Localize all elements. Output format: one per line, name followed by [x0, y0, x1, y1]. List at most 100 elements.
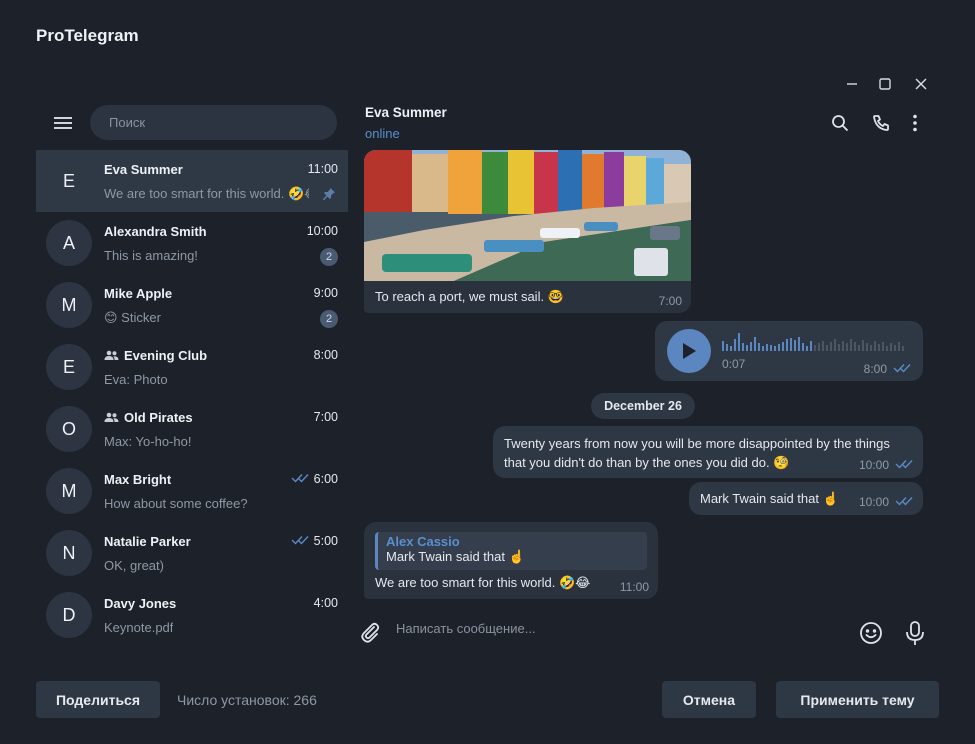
chat-time: 8:00 [313, 348, 338, 362]
chat-time: 9:00 [313, 286, 338, 300]
play-button[interactable] [667, 329, 711, 373]
chat-preview: OK, great) [104, 558, 164, 573]
chat-item-natalie-parker[interactable]: N Natalie Parker 5:00 OK, great) [36, 522, 348, 584]
search-input[interactable] [107, 114, 320, 131]
maximize-icon[interactable] [875, 74, 895, 94]
chat-time-text: 6:00 [313, 472, 338, 486]
chat-name-text: Evening Club [124, 348, 208, 363]
chat-item-alexandra-smith[interactable]: A Alexandra Smith 10:00 This is amazing!… [36, 212, 348, 274]
message-time: 8:00 [864, 362, 911, 376]
chat-item-mike-apple[interactable]: M Mike Apple 9:00 😊 Sticker 2 [36, 274, 348, 336]
message-time: 11:00 [619, 580, 649, 594]
search-icon[interactable] [830, 113, 850, 133]
double-check-icon [895, 458, 913, 472]
reply-text: Mark Twain said that ☝️ [386, 549, 525, 564]
more-icon[interactable] [905, 113, 925, 133]
chat-time: 5:00 [291, 534, 338, 548]
voice-duration: 0:07 [722, 357, 746, 371]
chat-name: Old Pirates [104, 410, 193, 425]
share-button[interactable]: Поделиться [36, 681, 160, 718]
outgoing-message[interactable]: Mark Twain said that ☝️ 10:00 [689, 482, 923, 515]
avatar: E [62, 170, 75, 191]
chat-name-text: Old Pirates [124, 410, 193, 425]
message-composer[interactable] [394, 620, 838, 640]
double-check-icon [291, 472, 309, 486]
photo-message[interactable]: To reach a port, we must sail. 🤓 7:00 [364, 150, 691, 313]
attach-icon[interactable] [358, 620, 382, 644]
avatar: M [46, 282, 92, 328]
chat-preview: Max: Yo-ho-ho! [104, 434, 192, 449]
double-check-icon [291, 534, 309, 548]
chat-item-eva-summer[interactable]: E Eva Summer 11:00 We are too smart for … [36, 150, 348, 212]
waveform[interactable] [722, 333, 912, 351]
chat-item-max-bright[interactable]: M Max Bright 6:00 How about some coffee? [36, 460, 348, 522]
incoming-message[interactable]: Alex Cassio Mark Twain said that ☝️ We a… [364, 522, 658, 599]
group-icon [104, 350, 119, 360]
avatar: D [46, 592, 92, 638]
chat-name: Natalie Parker [104, 534, 191, 549]
message-input[interactable] [394, 620, 838, 637]
play-icon [683, 343, 696, 359]
peer-status: online [365, 126, 400, 141]
chat-time: 4:00 [313, 596, 338, 610]
chat-name: Alexandra Smith [104, 224, 207, 239]
chat-preview: Eva: Photo [104, 372, 168, 387]
peer-name[interactable]: Eva Summer [365, 105, 447, 120]
avatar: A [46, 220, 92, 266]
cancel-button[interactable]: Отмена [662, 681, 756, 718]
close-icon[interactable] [911, 74, 931, 94]
message-time-text: 10:00 [858, 458, 889, 472]
chat-list: E Eva Summer 11:00 We are too smart for … [36, 150, 348, 646]
app-title: ProTelegram [36, 26, 139, 45]
apply-theme-button[interactable]: Применить тему [776, 681, 939, 718]
avatar: M [46, 468, 92, 514]
message-time-text: 8:00 [863, 362, 887, 376]
chat-name-text: Eva Summer [104, 162, 183, 177]
photo-caption: To reach a port, we must sail. 🤓 [375, 289, 564, 304]
chat-preview: How about some coffee? [104, 496, 248, 511]
group-icon [104, 412, 119, 422]
chat-preview: 😊 Sticker [104, 310, 161, 325]
chat-name-text: Natalie Parker [104, 534, 191, 549]
chat-name-text: Alexandra Smith [104, 224, 207, 239]
chat-name-text: Max Bright [104, 472, 172, 487]
message-text: Mark Twain said that ☝️ [700, 491, 839, 506]
chat-name: Eva Summer [104, 162, 183, 177]
photo-image[interactable] [364, 150, 691, 281]
search-box[interactable] [90, 105, 337, 140]
avatar: E [46, 344, 92, 390]
chat-item-old-pirates[interactable]: O Old Pirates 7:00 Max: Yo-ho-ho! [36, 398, 348, 460]
chat-time-text: 5:00 [313, 534, 338, 548]
message-time-text: 10:00 [858, 495, 889, 509]
reply-author: Alex Cassio [386, 534, 460, 549]
message-time: 10:00 [859, 495, 913, 509]
chat-preview: We are too smart for this world. 🤣😂 [104, 186, 309, 201]
microphone-icon[interactable] [904, 620, 926, 646]
chat-name: Evening Club [104, 348, 207, 363]
installs-count: Число установок: 266 [177, 692, 317, 708]
reply-quote[interactable]: Alex Cassio Mark Twain said that ☝️ [375, 532, 647, 570]
chat-name: Davy Jones [104, 596, 176, 611]
voice-message[interactable]: 0:07 8:00 [655, 321, 923, 381]
unread-badge: 2 [320, 310, 338, 328]
chat-name: Mike Apple [104, 286, 172, 301]
phone-icon[interactable] [871, 113, 891, 133]
chat-time: 11:00 [307, 162, 338, 176]
chat-time: 6:00 [291, 472, 338, 486]
unread-badge: 2 [320, 248, 338, 266]
menu-icon[interactable] [50, 112, 76, 134]
outgoing-message[interactable]: Twenty years from now you will be more d… [493, 426, 923, 478]
message-text: We are too smart for this world. 🤣😂 [375, 575, 591, 590]
chat-name: Max Bright [104, 472, 171, 487]
minimize-icon[interactable] [842, 74, 862, 94]
chat-preview: Keynote.pdf [104, 620, 174, 635]
chat-item-evening-club[interactable]: E Evening Club 8:00 Eva: Photo [36, 336, 348, 398]
emoji-icon[interactable] [859, 621, 883, 645]
double-check-icon [893, 362, 911, 376]
double-check-icon [895, 495, 913, 509]
date-separator: December 26 [591, 393, 695, 419]
message-time: 10:00 [859, 458, 913, 472]
chat-name-text: Mike Apple [104, 286, 173, 301]
chat-time: 10:00 [306, 224, 338, 238]
chat-item-davy-jones[interactable]: D Davy Jones 4:00 Keynote.pdf [36, 584, 348, 646]
